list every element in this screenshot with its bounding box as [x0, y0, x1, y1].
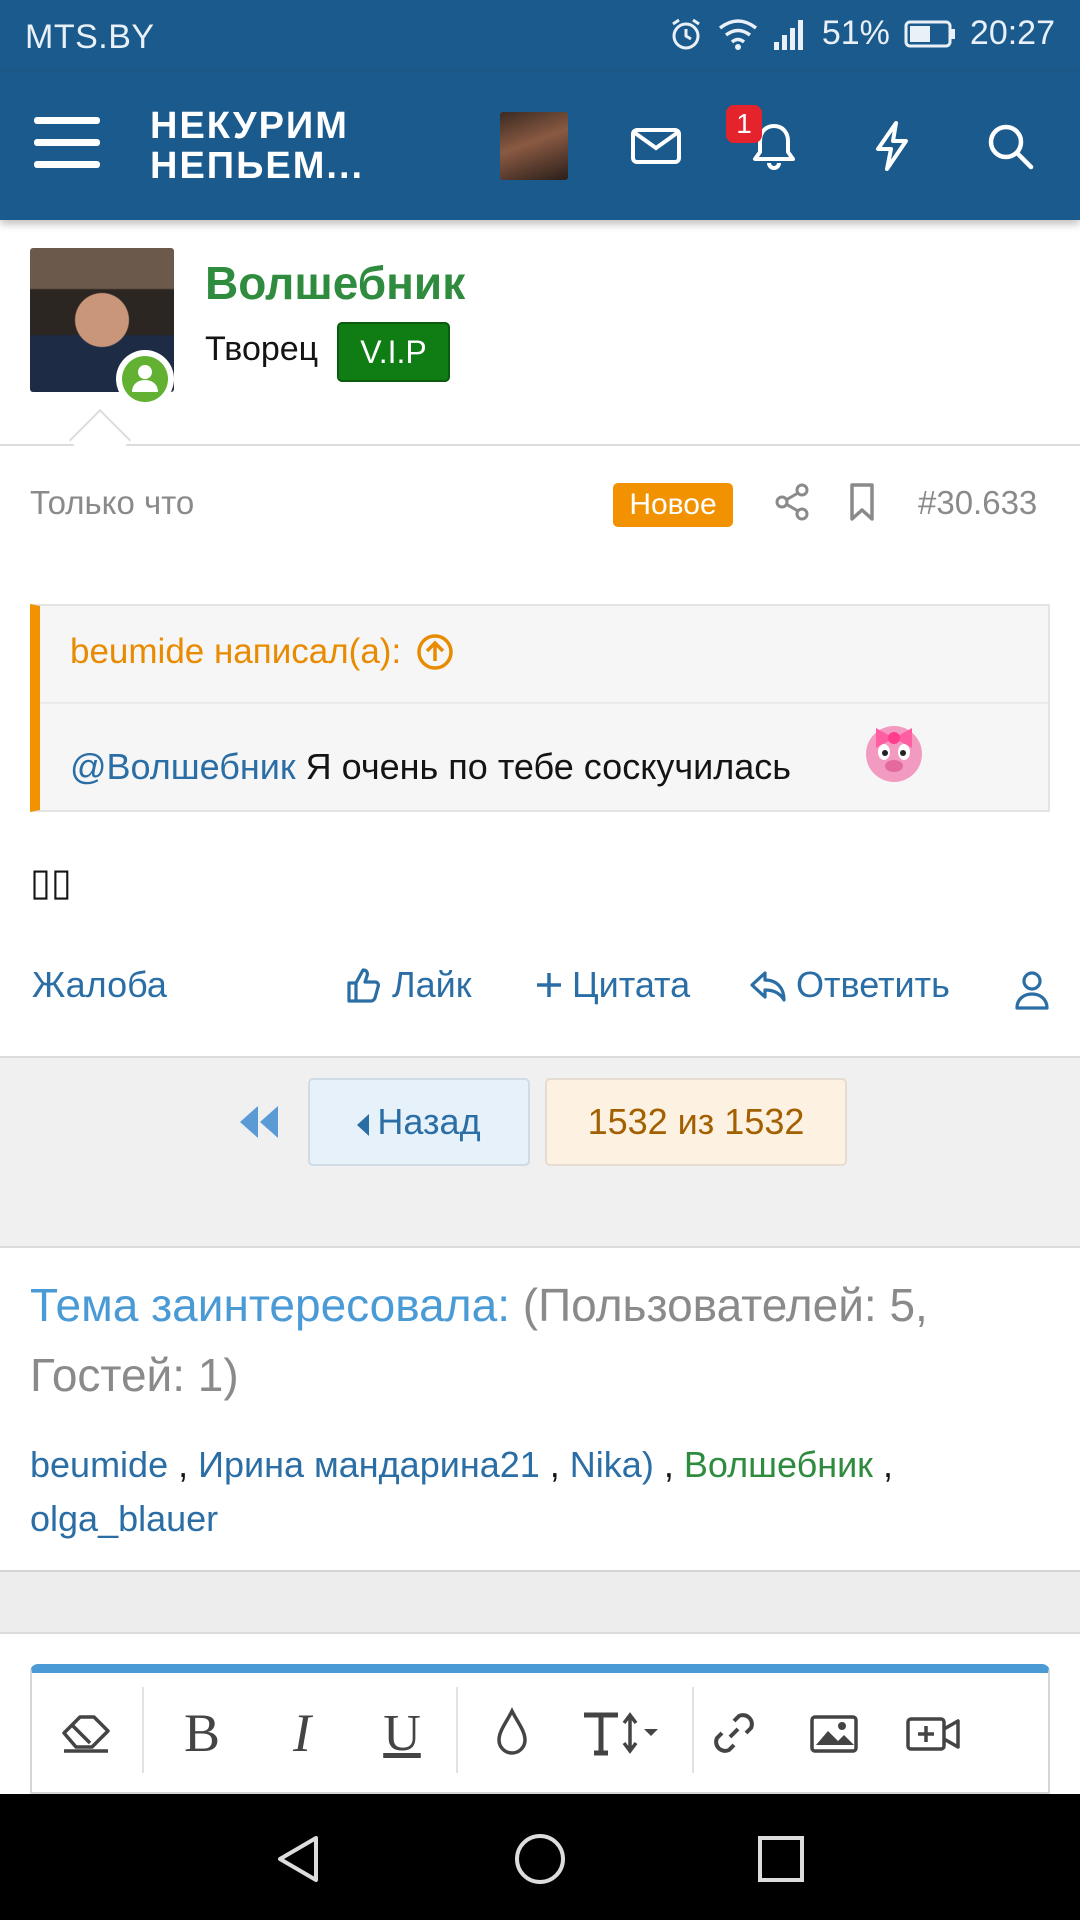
interested-users: Тема заинтересовала: (Пользователей: 5, … — [0, 1248, 1080, 1572]
post-number[interactable]: #30.633 — [918, 484, 1037, 522]
user-link[interactable]: olga_blauer — [30, 1498, 218, 1539]
arrow-up-circle-icon[interactable] — [415, 632, 455, 672]
quote-text: @Волшебник Я очень по тебе соскучилась — [70, 746, 791, 788]
quote-mention[interactable]: @Волшебник — [70, 746, 296, 787]
image-icon[interactable] — [802, 1701, 866, 1765]
reply-label: Ответить — [796, 964, 950, 1005]
system-nav-bar — [0, 1794, 1080, 1920]
battery-percent: 51% — [821, 14, 890, 52]
menu-icon[interactable] — [34, 117, 100, 173]
page-indicator[interactable]: 1532 из 1532 — [545, 1078, 847, 1166]
lightning-icon[interactable] — [864, 118, 920, 174]
user-icon[interactable] — [1012, 968, 1052, 1012]
new-badge: Новое — [613, 483, 733, 527]
reply-icon — [750, 971, 786, 1002]
toolbar-divider — [456, 1687, 458, 1773]
user-link[interactable]: Nika) — [570, 1444, 654, 1485]
post-time[interactable]: Только что — [30, 484, 194, 522]
bookmark-icon[interactable] — [844, 480, 880, 524]
user-link[interactable]: Волшебник — [684, 1444, 873, 1485]
link-icon[interactable] — [702, 1701, 766, 1765]
nav-home-icon[interactable] — [513, 1832, 567, 1886]
plus-icon — [537, 973, 561, 997]
font-size-icon[interactable] — [580, 1701, 666, 1765]
back-button[interactable]: Назад — [308, 1078, 530, 1166]
logo-line-2: НЕПЬЕМ... — [150, 145, 365, 187]
post-actions: Жалоба Лайк Цитата Ответить — [0, 950, 1080, 1058]
reply-editor-toolbar: B I U — [30, 1664, 1050, 1794]
bold-icon[interactable]: B — [170, 1701, 234, 1765]
pagination: Назад 1532 из 1532 — [0, 1058, 1080, 1248]
quote-label: Цитата — [572, 964, 691, 1005]
pig-smiley-icon — [866, 726, 922, 782]
user-link[interactable]: Ирина мандарина21 — [198, 1444, 540, 1485]
quote-button[interactable]: Цитата — [534, 964, 690, 1006]
nav-back-icon[interactable] — [272, 1832, 326, 1886]
search-icon[interactable] — [982, 118, 1038, 174]
post-text: ▯▯ — [30, 862, 72, 904]
video-icon[interactable] — [902, 1701, 966, 1765]
author-name[interactable]: Волшебник — [205, 256, 465, 310]
site-logo[interactable]: НЕКУРИМ НЕПЬЕМ... — [150, 106, 364, 186]
interested-user-list: beumide , Ирина мандарина21 , Nika) , Во… — [30, 1444, 893, 1539]
nav-recents-icon[interactable] — [754, 1832, 808, 1886]
app-header: НЕКУРИМ НЕПЬЕМ... 1 — [0, 72, 1080, 220]
share-icon[interactable] — [772, 480, 812, 524]
section-spacer — [0, 1572, 1080, 1634]
back-label: Назад — [377, 1101, 481, 1142]
thumbs-up-icon — [347, 968, 380, 1003]
notification-badge: 1 — [726, 105, 762, 143]
clock: 20:27 — [969, 14, 1055, 52]
underline-icon[interactable]: U — [370, 1701, 434, 1765]
carrier-name: MTS.BY — [25, 18, 155, 56]
post-meta: Только что Новое #30.633 — [0, 448, 1080, 558]
wifi-icon — [718, 18, 757, 50]
interested-title: Тема заинтересовала: — [30, 1279, 510, 1331]
eraser-icon[interactable] — [54, 1701, 118, 1765]
first-page-icon[interactable] — [236, 1102, 282, 1142]
user-link[interactable]: beumide — [30, 1444, 168, 1485]
report-link[interactable]: Жалоба — [32, 964, 167, 1006]
battery-icon — [904, 20, 955, 47]
quote-author: beumide написал(а): — [70, 632, 402, 671]
interested-heading: Тема заинтересовала: (Пользователей: 5, … — [30, 1270, 1050, 1410]
status-icons: 51% 20:27 — [668, 14, 1055, 53]
reply-button[interactable]: Ответить — [748, 964, 950, 1006]
color-drop-icon[interactable] — [480, 1701, 544, 1765]
quote-divider — [40, 702, 1048, 704]
quote-body: Я очень по тебе соскучилась — [295, 746, 791, 787]
mail-icon[interactable] — [628, 118, 684, 174]
post-author: Волшебник Творец V.I.P — [0, 220, 1080, 472]
vip-badge: V.I.P — [337, 322, 450, 382]
status-bar: MTS.BY 51% 20:27 — [0, 0, 1080, 72]
author-title: Творец — [205, 330, 319, 368]
like-label: Лайк — [392, 964, 472, 1005]
italic-icon[interactable]: I — [270, 1701, 334, 1765]
quote-block: beumide написал(а): @Волшебник Я очень п… — [30, 604, 1050, 812]
alarm-icon — [672, 18, 700, 49]
like-button[interactable]: Лайк — [344, 964, 472, 1006]
quote-header[interactable]: beumide написал(а): — [70, 632, 455, 672]
signal-icon — [773, 19, 803, 50]
logo-line-1: НЕКУРИМ — [150, 105, 349, 147]
online-status-icon — [116, 350, 174, 408]
toolbar-divider — [142, 1687, 144, 1773]
caret-left-icon — [357, 1114, 370, 1136]
toolbar-divider — [692, 1687, 694, 1773]
user-avatar[interactable] — [500, 112, 568, 180]
